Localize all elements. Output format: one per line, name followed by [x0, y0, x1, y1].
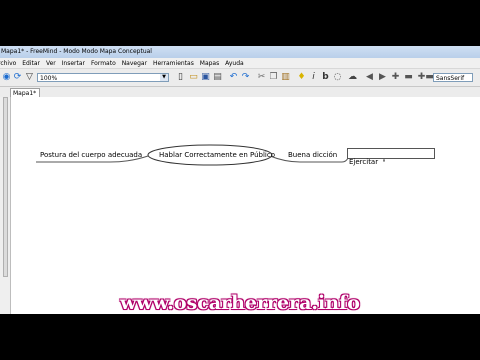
root-node[interactable]: Hablar Correctamente en Público: [159, 151, 275, 159]
node-edit-field[interactable]: Ejercitar: [347, 148, 435, 166]
node-buena-diccion[interactable]: Buena dicción: [288, 151, 337, 159]
node-postura[interactable]: Postura del cuerpo adecuada: [40, 151, 142, 159]
node-edit-text: Ejercitar: [349, 158, 379, 166]
watermark: www.oscarherrera.info: [120, 292, 360, 314]
